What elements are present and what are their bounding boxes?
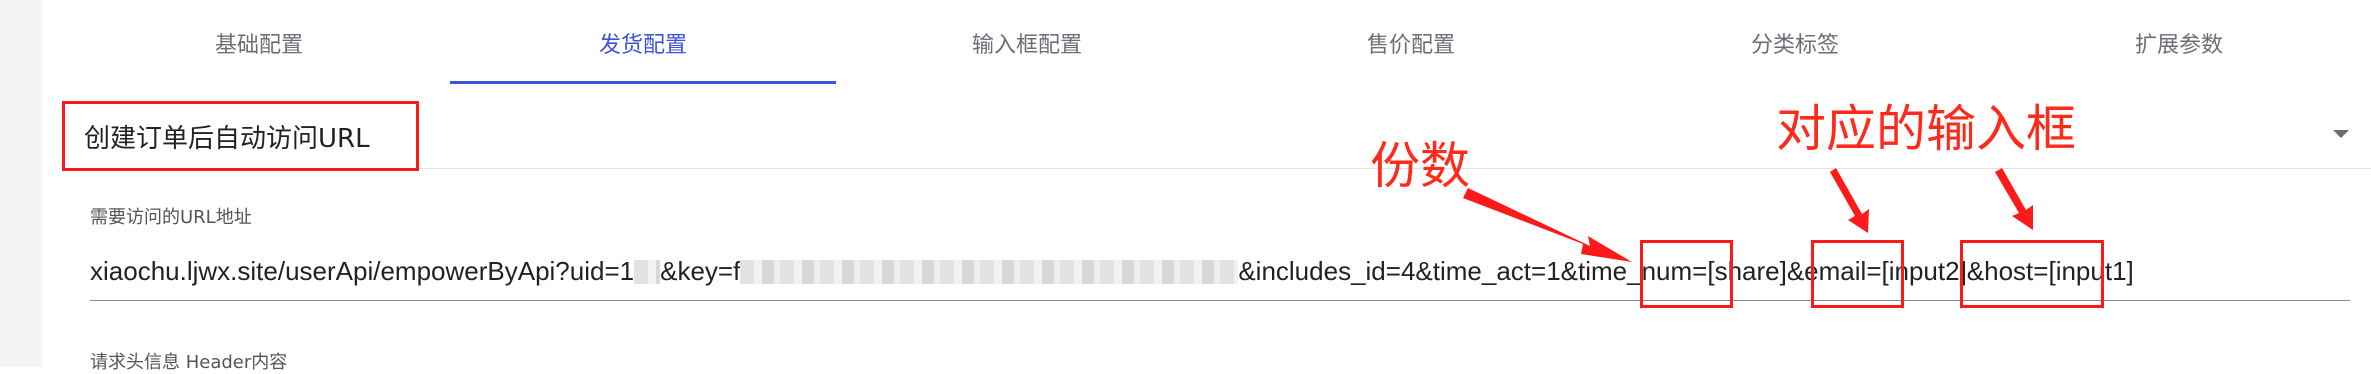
- arrow-to-share: [1463, 188, 1632, 262]
- arrow-to-input1: [1995, 168, 2033, 230]
- annotation-arrows: [1463, 168, 2033, 262]
- arrow-to-input2: [1830, 168, 1869, 233]
